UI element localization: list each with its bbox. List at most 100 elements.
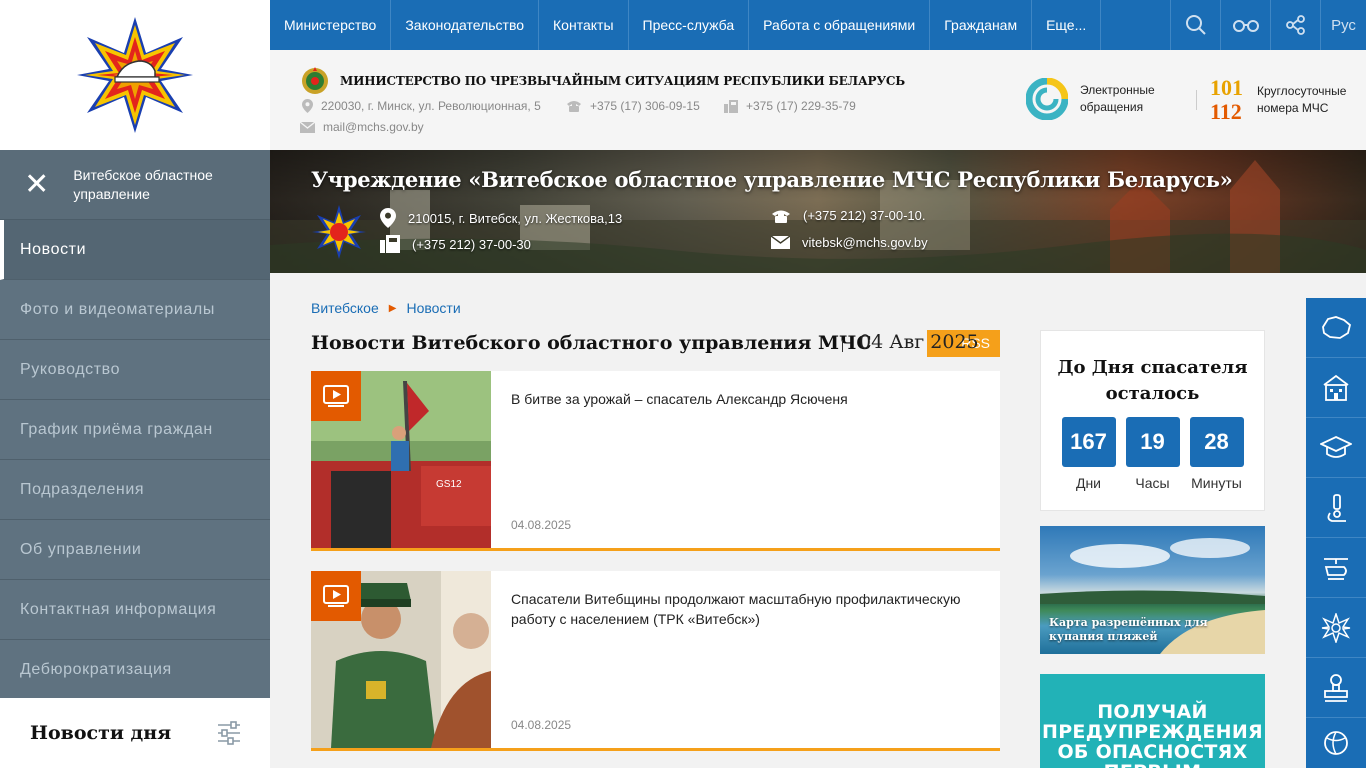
mchs-logo[interactable] — [0, 0, 270, 150]
breadcrumb-arrow-icon: ▶ — [388, 302, 397, 314]
countdown-minutes-label: Минуты — [1191, 475, 1242, 491]
page-title: Новости Витебского областного управления… — [311, 332, 872, 354]
helicopter-icon[interactable] — [1306, 538, 1366, 598]
hotline-112[interactable]: 112 — [1210, 100, 1243, 124]
banner-address: 210015, г. Витебск, ул. Жесткова,13 — [380, 208, 622, 228]
location-pin-icon — [380, 208, 396, 228]
mchs-emblem-icon — [77, 17, 193, 133]
news-thumbnail[interactable]: GS12 — [311, 371, 491, 548]
breadcrumb-vitebsk[interactable]: Витебское — [311, 300, 379, 316]
mail-icon — [300, 121, 315, 133]
sidebar-item-leadership[interactable]: Руководство — [0, 340, 270, 400]
ministry-email-text: mail@mchs.gov.by — [323, 120, 424, 134]
banner-fax[interactable]: (+375 212) 37-00-30 — [380, 235, 531, 253]
ministry-fax[interactable]: +375 (17) 229-35-79 — [724, 99, 856, 113]
ministry-address-text: 220030, г. Минск, ул. Революционная, 5 — [321, 99, 541, 113]
banner-email-text: vitebsk@mchs.gov.by — [802, 235, 928, 250]
sidebar-item-contacts[interactable]: Контактная информация — [0, 580, 270, 640]
ministry-name: МИНИСТЕРСТВО ПО ЧРЕЗВЫЧАЙНЫМ СИТУАЦИЯМ Р… — [340, 74, 905, 88]
ministry-address: 220030, г. Минск, ул. Революционная, 5 — [302, 99, 541, 113]
emblem-star-icon[interactable] — [1306, 598, 1366, 658]
nav-appeals[interactable]: Работа с обращениями — [749, 0, 931, 50]
graduation-cap-icon[interactable] — [1306, 418, 1366, 478]
microscope-icon[interactable] — [1306, 478, 1366, 538]
sidebar: ✕ Витебское областное управление Новости… — [0, 150, 270, 700]
phone-icon — [567, 101, 581, 112]
fax-icon — [724, 99, 738, 113]
divider — [1196, 90, 1197, 110]
news-card[interactable]: GS12 В битве за урожай – спасатель Алекс… — [311, 371, 1000, 551]
mail-icon — [771, 236, 790, 249]
breadcrumb: Витебское ▶ Новости — [311, 300, 461, 316]
sidebar-item-units[interactable]: Подразделения — [0, 460, 270, 520]
top-navigation: Министерство Законодательство Контакты П… — [270, 0, 1366, 50]
ministry-title[interactable]: МИНИСТЕРСТВО ПО ЧРЕЗВЫЧАЙНЫМ СИТУАЦИЯМ Р… — [300, 66, 905, 96]
quick-links-bar — [1306, 298, 1366, 768]
news-of-day[interactable]: Новости дня — [0, 698, 270, 768]
nav-more[interactable]: Еще... — [1032, 0, 1102, 50]
hotline-label: Круглосуточные номера МЧС — [1257, 84, 1347, 115]
hotline-101[interactable]: 101 — [1210, 76, 1243, 100]
sidebar-header: ✕ Витебское областное управление — [0, 150, 270, 220]
banner-title: Учреждение «Витебское областное управлен… — [311, 167, 1233, 192]
alerts-banner[interactable]: ПОЛУЧАЙ ПРЕДУПРЕЖДЕНИЯ ОБ ОПАСНОСТЯХ ПЕР… — [1040, 674, 1265, 768]
ministry-phone-text: +375 (17) 306-09-15 — [590, 99, 700, 113]
sidebar-item-reception[interactable]: График приёма граждан — [0, 400, 270, 460]
countdown-days-label: Дни — [1075, 475, 1102, 491]
news-thumbnail[interactable] — [311, 571, 491, 748]
sidebar-item-news[interactable]: Новости — [0, 220, 270, 280]
nav-ministry[interactable]: Министерство — [270, 0, 392, 50]
beach-map-label: Карта разрешённых для купания пляжей — [1049, 616, 1208, 643]
nav-contacts[interactable]: Контакты — [539, 0, 629, 50]
banner-phone-text: (+375 212) 37-00-10. — [803, 208, 926, 223]
breadcrumb-news[interactable]: Новости — [406, 300, 460, 316]
location-pin-icon — [302, 99, 313, 113]
ministry-info-bar: МИНИСТЕРСТВО ПО ЧРЕЗВЫЧАЙНЫМ СИТУАЦИЯМ Р… — [270, 50, 1366, 150]
sidebar-item-media[interactable]: Фото и видеоматериалы — [0, 280, 270, 340]
language-switch[interactable]: Рус — [1320, 0, 1366, 50]
nav-citizens[interactable]: Гражданам — [930, 0, 1033, 50]
countdown-days: 167 — [1061, 417, 1116, 467]
ministry-phone[interactable]: +375 (17) 306-09-15 — [566, 99, 700, 113]
search-icon[interactable] — [1170, 0, 1220, 50]
share-icon[interactable] — [1270, 0, 1320, 50]
building-icon[interactable] — [1306, 358, 1366, 418]
ministry-email[interactable]: mail@mchs.gov.by — [300, 120, 424, 134]
video-play-icon[interactable] — [311, 571, 361, 621]
sidebar-header-title: Витебское областное управление — [73, 166, 213, 202]
nav-legislation[interactable]: Законодательство — [391, 0, 540, 50]
rescuer-day-countdown: До Дня спасателя осталось 167 Дни 19 Час… — [1040, 330, 1265, 511]
countdown-hours: 19 — [1125, 417, 1180, 467]
globe-icon[interactable] — [1306, 718, 1366, 768]
close-icon[interactable]: ✕ — [0, 169, 73, 200]
banner-address-text: 210015, г. Витебск, ул. Жесткова,13 — [408, 210, 623, 226]
electronic-appeals-link[interactable]: Электронные обращения — [1026, 78, 1170, 120]
beach-map-banner[interactable]: Карта разрешённых для купания пляжей — [1040, 526, 1265, 654]
sidebar-item-debureaucratization[interactable]: Дебюрократизация — [0, 640, 270, 700]
banner-phone[interactable]: (+375 212) 37-00-10. — [771, 208, 926, 223]
current-date[interactable]: 04 Авг 2025 — [859, 331, 979, 353]
ministry-fax-text: +375 (17) 229-35-79 — [746, 99, 856, 113]
nav-press[interactable]: Пресс-служба — [629, 0, 750, 50]
countdown-hours-label: Часы — [1135, 475, 1170, 491]
stamp-icon[interactable] — [1306, 658, 1366, 718]
news-title[interactable]: Спасатели Витебщины продолжают масштабну… — [511, 589, 981, 629]
countdown-title: До Дня спасателя осталось — [1057, 357, 1248, 404]
video-play-icon[interactable] — [311, 371, 361, 421]
belarus-coat-of-arms-icon — [302, 67, 328, 94]
belarus-map-icon[interactable] — [1306, 298, 1366, 358]
filter-settings-icon[interactable] — [216, 720, 242, 746]
appeals-logo-icon — [1026, 78, 1068, 120]
news-title[interactable]: В битве за урожай – спасатель Александр … — [511, 389, 981, 409]
news-card[interactable]: Спасатели Витебщины продолжают масштабну… — [311, 571, 1000, 751]
banner-email[interactable]: vitebsk@mchs.gov.by — [771, 235, 928, 250]
hotline-numbers: 101 112 Круглосуточные номера МЧС — [1210, 76, 1357, 124]
news-date: 04.08.2025 — [511, 518, 572, 532]
regional-banner: Учреждение «Витебское областное управлен… — [270, 150, 1366, 273]
glasses-icon[interactable] — [1220, 0, 1270, 50]
sidebar-item-about[interactable]: Об управлении — [0, 520, 270, 580]
news-date: 04.08.2025 — [511, 718, 572, 732]
svg-text:GS12: GS12 — [436, 479, 462, 490]
banner-fax-text: (+375 212) 37-00-30 — [412, 236, 531, 252]
divider — [842, 340, 843, 352]
